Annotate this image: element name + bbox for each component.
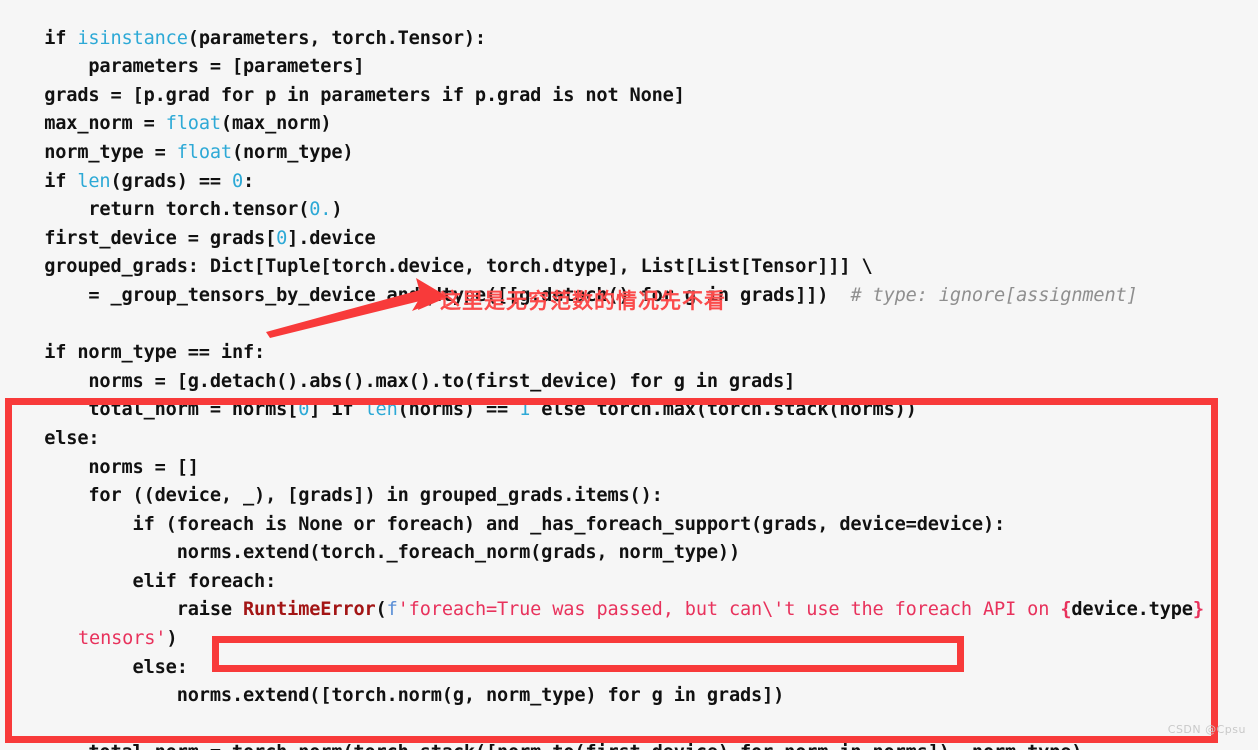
- code-token: (: [375, 599, 387, 621]
- code-token: len: [77, 170, 111, 192]
- code-token: (norms) ==: [397, 399, 520, 421]
- code-line: else:: [0, 654, 1258, 683]
- code-block: if isinstance(parameters, torch.Tensor):…: [0, 19, 1258, 750]
- code-line: raise RuntimeError(f'foreach=True was pa…: [0, 596, 1258, 653]
- code-line: [0, 711, 1258, 740]
- code-token: float: [165, 113, 221, 135]
- code-line: if norm_type == inf:: [0, 339, 1258, 368]
- code-token: first_device = grads[: [0, 227, 277, 249]
- code-token: len: [364, 399, 398, 421]
- code-token: norm_type =: [0, 141, 177, 163]
- code-token: (max_norm): [220, 113, 332, 135]
- code-token: RuntimeError: [243, 599, 376, 621]
- code-token: return torch.tensor(: [0, 199, 310, 221]
- code-token: norms = []: [0, 456, 199, 478]
- code-token: :: [243, 170, 255, 192]
- code-line: max_norm = float(max_norm): [0, 110, 1258, 139]
- code-token: elif foreach:: [0, 570, 277, 592]
- csdn-watermark: CSDN @Cpsu: [1167, 723, 1246, 736]
- code-line: if isinstance(parameters, torch.Tensor):: [0, 25, 1258, 54]
- code-line: total_norm = norms[0] if len(norms) == 1…: [0, 396, 1258, 425]
- code-token: else:: [0, 656, 188, 678]
- code-token: raise: [0, 599, 243, 621]
- code-token: else torch.max(torch.stack(norms)): [530, 399, 917, 421]
- code-token: total_norm = torch.norm(torch.stack([nor…: [0, 742, 1082, 750]
- screenshot-page: if isinstance(parameters, torch.Tensor):…: [0, 0, 1258, 750]
- code-token: float: [176, 141, 232, 163]
- code-token: ] if: [309, 399, 365, 421]
- code-token: grads = [p.grad for p in parameters if p…: [0, 84, 685, 106]
- code-token: norms = [g.detach().abs().max().to(first…: [0, 370, 796, 392]
- code-line: if (foreach is None or foreach) and _has…: [0, 511, 1258, 540]
- chinese-annotation-text: 这里是无穷范数的情况先不看: [440, 289, 726, 313]
- code-token: {: [1060, 599, 1072, 621]
- code-line: norms.extend(torch._foreach_norm(grads, …: [0, 539, 1258, 568]
- code-token: total_norm = norms[: [0, 399, 299, 421]
- code-token: isinstance: [77, 27, 188, 49]
- code-token: 0: [298, 399, 310, 421]
- code-token: f: [386, 599, 398, 621]
- code-token: 0: [231, 170, 244, 192]
- code-token: (parameters, torch.Tensor):: [187, 27, 486, 49]
- code-line: norms = [g.detach().abs().max().to(first…: [0, 368, 1258, 397]
- code-token: (norm_type): [231, 141, 354, 163]
- code-line: norm_type = float(norm_type): [0, 139, 1258, 168]
- code-line: grads = [p.grad for p in parameters if p…: [0, 82, 1258, 111]
- code-line: elif foreach:: [0, 568, 1258, 597]
- code-line: grouped_grads: Dict[Tuple[torch.device, …: [0, 253, 1258, 282]
- code-token: parameters = [parameters]: [0, 56, 365, 78]
- code-token: ].device: [287, 227, 376, 249]
- code-token: }: [1192, 599, 1204, 621]
- code-token: if: [0, 170, 78, 192]
- code-token: device.type: [1071, 599, 1193, 621]
- code-token: else:: [0, 427, 100, 449]
- code-line: else:: [0, 425, 1258, 454]
- code-line: norms.extend([torch.norm(g, norm_type) f…: [0, 682, 1258, 711]
- code-token: if (foreach is None or foreach) and _has…: [0, 513, 1006, 535]
- code-line: for ((device, _), [grads]) in grouped_gr…: [0, 482, 1258, 511]
- code-token: if norm_type == inf:: [0, 342, 266, 364]
- code-line: parameters = [parameters]: [0, 53, 1258, 82]
- code-token: 1: [519, 399, 531, 421]
- code-token: ): [331, 199, 343, 221]
- code-token: ): [166, 628, 178, 650]
- code-token: max_norm =: [0, 113, 166, 135]
- code-token: if: [44, 27, 78, 49]
- code-line: if len(grads) == 0:: [0, 168, 1258, 197]
- code-token: for ((device, _), [grads]) in grouped_gr…: [0, 485, 663, 507]
- code-line: first_device = grads[0].device: [0, 225, 1258, 254]
- code-token: norms.extend(torch._foreach_norm(grads, …: [0, 542, 740, 564]
- code-line: total_norm = torch.norm(torch.stack([nor…: [0, 739, 1258, 750]
- code-token: # type: ignore[assignment]: [850, 284, 1138, 306]
- code-token: 0.: [309, 199, 332, 221]
- code-token: 'foreach=True was passed, but can\'t use…: [397, 599, 1061, 621]
- code-token: norms.extend([torch.norm(g, norm_type) f…: [0, 685, 785, 707]
- code-line: norms = []: [0, 454, 1258, 483]
- code-token: grouped_grads: Dict[Tuple[torch.device, …: [0, 256, 873, 278]
- code-line: return torch.tensor(0.): [0, 196, 1258, 225]
- code-token: 0: [276, 227, 288, 249]
- code-token: (grads) ==: [110, 170, 232, 192]
